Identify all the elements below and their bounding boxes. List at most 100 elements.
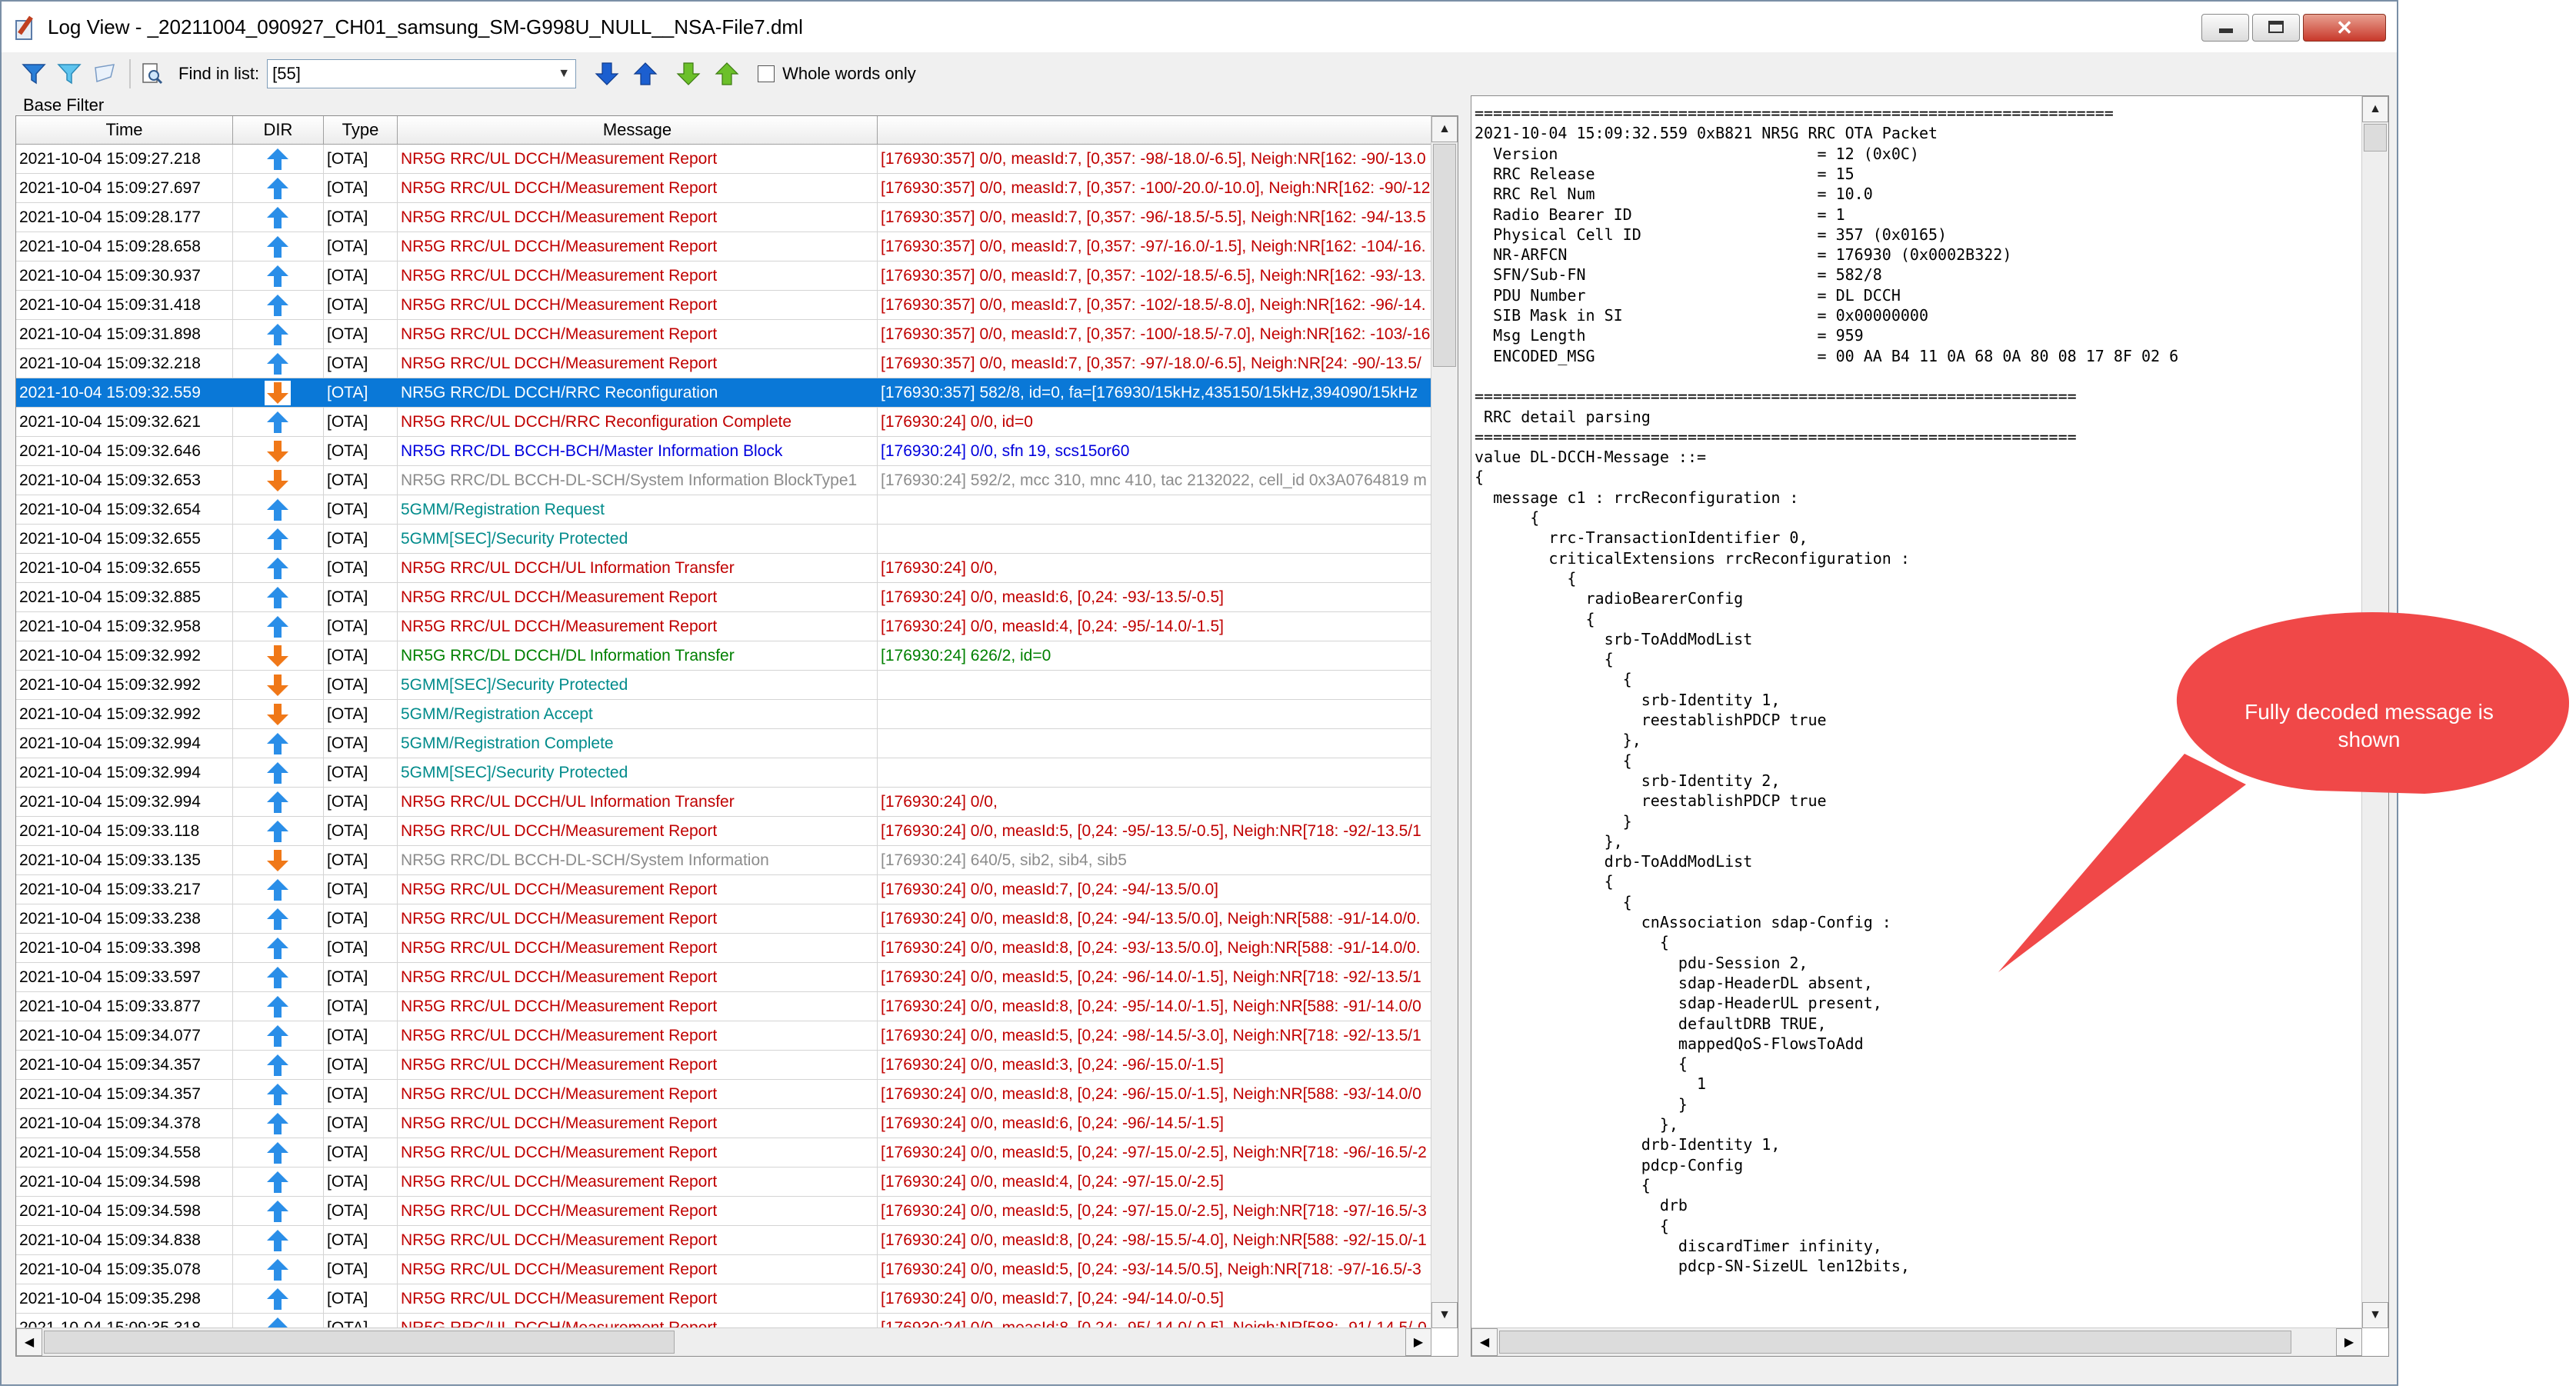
row-detail: [176930:357] 0/0, measId:7, [0,357: -98/…: [878, 145, 1431, 173]
detail-horizontal-scrollbar[interactable]: ◀ ▶: [1471, 1327, 2362, 1356]
table-row[interactable]: 2021-10-04 15:09:33.135 [OTA] NR5G RRC/DL …: [16, 846, 1431, 875]
arrow-down-green-icon[interactable]: [675, 60, 702, 88]
row-time: 2021-10-04 15:09:32.559: [16, 378, 233, 407]
table-row[interactable]: 2021-10-04 15:09:33.238 [OTA] NR5G RRC/UL …: [16, 904, 1431, 934]
table-row[interactable]: 2021-10-04 15:09:33.877 [OTA] NR5G RRC/UL …: [16, 992, 1431, 1021]
table-row[interactable]: 2021-10-04 15:09:34.598 [OTA] NR5G RRC/UL …: [16, 1167, 1431, 1197]
detail-line: {: [1475, 933, 1669, 952]
flag-icon[interactable]: [91, 60, 118, 88]
row-detail: [176930:24] 0/0, measId:5, [0,24: -97/-1…: [878, 1197, 1431, 1225]
table-row[interactable]: 2021-10-04 15:09:28.658 [OTA] NR5G RRC/UL …: [16, 232, 1431, 261]
detail-line: srb-Identity 2,: [1475, 771, 1781, 790]
row-type: [OTA]: [324, 408, 398, 436]
toolbar: Find in list: [55] ▼ Whole words only: [2, 52, 2397, 95]
chevron-down-icon[interactable]: ▼: [552, 60, 575, 88]
find-input[interactable]: [55]: [268, 64, 552, 84]
detail-line: 1: [1475, 1074, 1707, 1094]
log-vertical-scrollbar[interactable]: ▲ ▼: [1431, 116, 1458, 1328]
arrow-down-blue-icon[interactable]: [593, 60, 621, 88]
detail-scroll-left-icon[interactable]: ◀: [1471, 1328, 1498, 1356]
table-row[interactable]: 2021-10-04 15:09:34.357 [OTA] NR5G RRC/UL …: [16, 1080, 1431, 1109]
column-header-type[interactable]: Type: [324, 116, 398, 144]
arrow-up-icon: [265, 235, 291, 259]
log-list-pane[interactable]: Time DIR Type Message 2021-10-04 15:09:2…: [15, 115, 1458, 1357]
filter-light-icon[interactable]: [55, 60, 83, 88]
filter-icon[interactable]: [20, 60, 48, 88]
log-scroll-thumb[interactable]: [1433, 144, 1456, 367]
row-type: [OTA]: [324, 1226, 398, 1254]
table-row[interactable]: 2021-10-04 15:09:33.398 [OTA] NR5G RRC/UL …: [16, 934, 1431, 963]
find-combobox[interactable]: [55] ▼: [267, 59, 577, 88]
table-row[interactable]: 2021-10-04 15:09:32.992 [OTA] 5GMM[SEC]/Se…: [16, 671, 1431, 700]
scroll-down-icon[interactable]: ▼: [1431, 1302, 1458, 1328]
table-row[interactable]: 2021-10-04 15:09:34.838 [OTA] NR5G RRC/UL …: [16, 1226, 1431, 1255]
arrow-up-green-icon[interactable]: [713, 60, 741, 88]
table-row[interactable]: 2021-10-04 15:09:32.994 [OTA] 5GMM/Registr…: [16, 729, 1431, 758]
close-button[interactable]: ✕: [2303, 14, 2386, 42]
arrow-up-blue-icon[interactable]: [632, 60, 659, 88]
table-row[interactable]: 2021-10-04 15:09:33.597 [OTA] NR5G RRC/UL …: [16, 963, 1431, 992]
column-header-message[interactable]: Message: [398, 116, 878, 144]
table-row[interactable]: 2021-10-04 15:09:32.646 [OTA] NR5G RRC/DL …: [16, 437, 1431, 466]
table-row[interactable]: 2021-10-04 15:09:30.937 [OTA] NR5G RRC/UL …: [16, 261, 1431, 291]
whole-words-checkbox[interactable]: [758, 65, 775, 82]
table-row[interactable]: 2021-10-04 15:09:32.958 [OTA] NR5G RRC/UL …: [16, 612, 1431, 641]
scroll-up-icon[interactable]: ▲: [1431, 116, 1458, 142]
table-row[interactable]: 2021-10-04 15:09:34.558 [OTA] NR5G RRC/UL …: [16, 1138, 1431, 1167]
find-icon[interactable]: [138, 60, 166, 88]
row-direction: [233, 583, 324, 611]
table-row[interactable]: 2021-10-04 15:09:27.218 [OTA] NR5G RRC/UL …: [16, 145, 1431, 174]
row-direction: [233, 700, 324, 728]
detail-scroll-thumb[interactable]: [2364, 124, 2387, 152]
row-detail: [176930:24] 0/0, measId:8, [0,24: -93/-1…: [878, 934, 1431, 962]
arrow-up-icon: [265, 176, 291, 201]
detail-hscroll-thumb[interactable]: [1499, 1331, 2291, 1354]
log-hscroll-thumb[interactable]: [44, 1331, 675, 1354]
scroll-left-icon[interactable]: ◀: [16, 1328, 42, 1356]
table-row[interactable]: 2021-10-04 15:09:32.559 [OTA] NR5G RRC/DL …: [16, 378, 1431, 408]
table-row[interactable]: 2021-10-04 15:09:31.418 [OTA] NR5G RRC/UL …: [16, 291, 1431, 320]
table-row[interactable]: 2021-10-04 15:09:33.118 [OTA] NR5G RRC/UL …: [16, 817, 1431, 846]
table-row[interactable]: 2021-10-04 15:09:32.654 [OTA] 5GMM/Registr…: [16, 495, 1431, 525]
table-row[interactable]: 2021-10-04 15:09:32.655 [OTA] NR5G RRC/UL …: [16, 554, 1431, 583]
log-horizontal-scrollbar[interactable]: ◀ ▶: [16, 1327, 1431, 1356]
table-row[interactable]: 2021-10-04 15:09:35.298 [OTA] NR5G RRC/UL …: [16, 1284, 1431, 1314]
table-row[interactable]: 2021-10-04 15:09:32.992 [OTA] NR5G RRC/DL …: [16, 641, 1431, 671]
detail-line: {: [1475, 568, 1577, 588]
table-row[interactable]: 2021-10-04 15:09:34.598 [OTA] NR5G RRC/UL …: [16, 1197, 1431, 1226]
minimize-button[interactable]: [2201, 14, 2249, 42]
detail-line: pdcp-Config: [1475, 1155, 1744, 1174]
arrow-down-icon: [265, 468, 291, 493]
detail-line: NR-ARFCN = 176930 (0x0002B322): [1475, 245, 2012, 265]
table-row[interactable]: 2021-10-04 15:09:35.078 [OTA] NR5G RRC/UL …: [16, 1255, 1431, 1284]
table-row[interactable]: 2021-10-04 15:09:34.378 [OTA] NR5G RRC/UL …: [16, 1109, 1431, 1138]
table-row[interactable]: 2021-10-04 15:09:32.218 [OTA] NR5G RRC/UL …: [16, 349, 1431, 378]
table-row[interactable]: 2021-10-04 15:09:32.994 [OTA] NR5G RRC/UL …: [16, 788, 1431, 817]
detail-scroll-right-icon[interactable]: ▶: [2336, 1328, 2362, 1356]
column-header-time[interactable]: Time: [16, 116, 233, 144]
maximize-button[interactable]: [2252, 14, 2300, 42]
table-row[interactable]: 2021-10-04 15:09:33.217 [OTA] NR5G RRC/UL …: [16, 875, 1431, 904]
table-row[interactable]: 2021-10-04 15:09:32.994 [OTA] 5GMM[SEC]/Se…: [16, 758, 1431, 788]
column-header-details[interactable]: [878, 116, 1431, 144]
row-message: NR5G RRC/DL BCCH-BCH/Master Information …: [398, 437, 878, 465]
detail-scroll-up-icon[interactable]: ▲: [2362, 96, 2388, 122]
table-row[interactable]: 2021-10-04 15:09:32.655 [OTA] 5GMM[SEC]/Se…: [16, 525, 1431, 554]
arrow-up-icon: [265, 322, 291, 347]
title-bar[interactable]: Log View - _20211004_090927_CH01_samsung…: [2, 2, 2397, 52]
row-message: NR5G RRC/UL DCCH/Measurement Report: [398, 992, 878, 1021]
table-row[interactable]: 2021-10-04 15:09:32.621 [OTA] NR5G RRC/UL …: [16, 408, 1431, 437]
scroll-right-icon[interactable]: ▶: [1405, 1328, 1431, 1356]
detail-scroll-down-icon[interactable]: ▼: [2362, 1302, 2388, 1328]
table-row[interactable]: 2021-10-04 15:09:32.653 [OTA] NR5G RRC/DL …: [16, 466, 1431, 495]
row-time: 2021-10-04 15:09:33.597: [16, 963, 233, 991]
row-time: 2021-10-04 15:09:28.177: [16, 203, 233, 232]
table-row[interactable]: 2021-10-04 15:09:34.077 [OTA] NR5G RRC/UL …: [16, 1021, 1431, 1051]
table-row[interactable]: 2021-10-04 15:09:32.992 [OTA] 5GMM/Registr…: [16, 700, 1431, 729]
column-header-dir[interactable]: DIR: [233, 116, 324, 144]
table-row[interactable]: 2021-10-04 15:09:28.177 [OTA] NR5G RRC/UL …: [16, 203, 1431, 232]
table-row[interactable]: 2021-10-04 15:09:34.357 [OTA] NR5G RRC/UL …: [16, 1051, 1431, 1080]
table-row[interactable]: 2021-10-04 15:09:32.885 [OTA] NR5G RRC/UL …: [16, 583, 1431, 612]
table-row[interactable]: 2021-10-04 15:09:27.697 [OTA] NR5G RRC/UL …: [16, 174, 1431, 203]
table-row[interactable]: 2021-10-04 15:09:31.898 [OTA] NR5G RRC/UL …: [16, 320, 1431, 349]
